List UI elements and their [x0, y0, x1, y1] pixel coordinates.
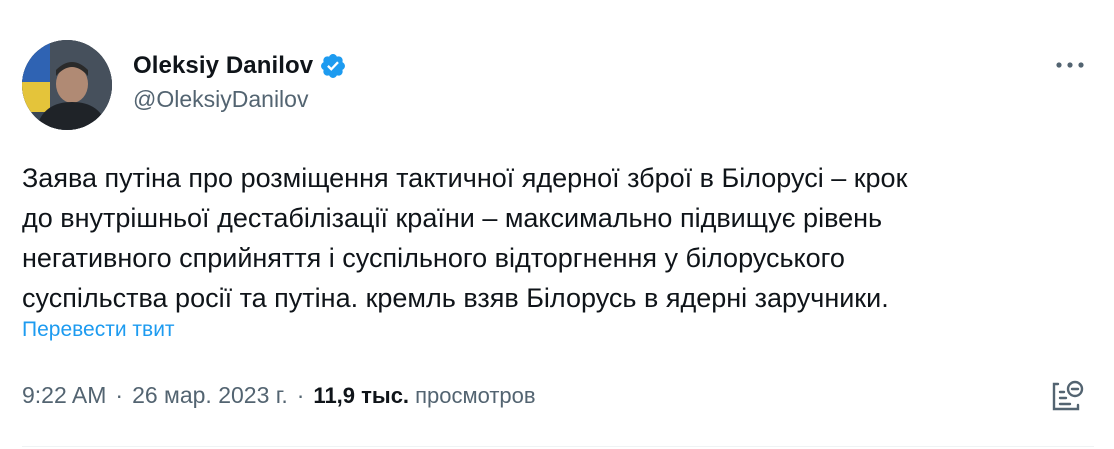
tweet-time[interactable]: 9:22 AM [22, 382, 106, 409]
avatar-image [22, 40, 112, 130]
views-label: просмотров [415, 382, 536, 408]
author-display-name[interactable]: Oleksiy Danilov [133, 52, 313, 80]
tweet-meta: 9:22 AM · 26 мар. 2023 г. · 11,9 тыс. пр… [22, 382, 536, 409]
author-handle[interactable]: @OleksiyDanilov [133, 86, 308, 113]
meta-separator: · [296, 382, 305, 408]
meta-separator: · [115, 382, 124, 408]
tweet-text: Заява путіна про розміщення тактичної яд… [22, 163, 908, 313]
translate-tweet-link[interactable]: Перевести твит [22, 318, 175, 342]
more-horizontal-icon[interactable] [1050, 52, 1090, 78]
views-count: 11,9 тыс. [313, 382, 410, 408]
author-avatar[interactable] [22, 40, 112, 130]
bottom-divider [22, 446, 1094, 447]
verified-badge-icon[interactable] [319, 52, 347, 80]
analytics-icon[interactable] [1048, 378, 1086, 414]
tweet-date[interactable]: 26 мар. 2023 г. [132, 382, 288, 409]
author-name-row: Oleksiy Danilov [133, 49, 347, 83]
